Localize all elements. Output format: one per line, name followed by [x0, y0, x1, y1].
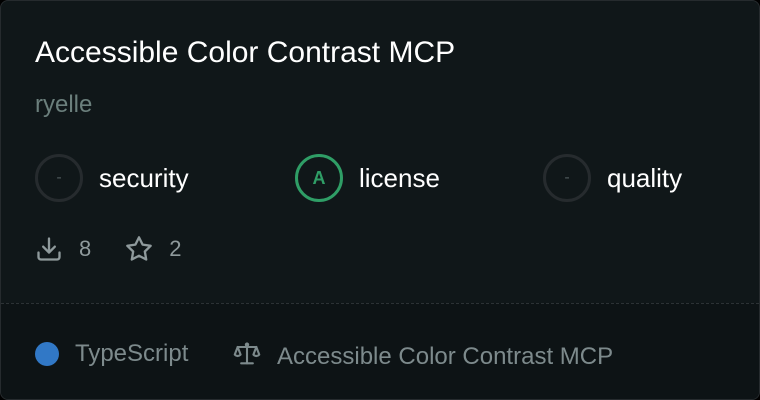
download-icon [35, 235, 63, 263]
license-label: license [359, 163, 440, 193]
scale-icon [233, 340, 261, 373]
language-color-dot [35, 342, 59, 366]
downloads-stat: 8 [35, 235, 91, 263]
author-name[interactable]: ryelle [35, 89, 92, 121]
license-grade-badge: A [295, 154, 343, 202]
license-info: Accessible Color Contrast MCP [233, 340, 613, 373]
quality-grade-badge: - [543, 154, 591, 202]
security-grade-badge: - [35, 154, 83, 202]
language-name: TypeScript [75, 340, 189, 367]
stars-stat[interactable]: 2 [125, 235, 182, 263]
quality-score[interactable]: - quality [543, 154, 682, 202]
server-card[interactable]: Accessible Color Contrast MCP ryelle - s… [0, 0, 760, 400]
quality-label: quality [607, 163, 683, 193]
card-footer: TypeScript Accessible Color Contrast MCP [1, 303, 759, 399]
security-score[interactable]: - security [35, 154, 189, 202]
language-info: TypeScript [35, 340, 188, 368]
downloads-count: 8 [79, 236, 92, 261]
card-title[interactable]: Accessible Color Contrast MCP [35, 33, 455, 73]
stats-row: 8 2 [35, 234, 182, 264]
security-label: security [99, 163, 189, 193]
stars-count: 2 [169, 236, 182, 261]
score-row: - security A license - quality [35, 154, 725, 202]
star-icon [125, 235, 153, 263]
license-name: Accessible Color Contrast MCP [277, 342, 614, 370]
license-score[interactable]: A license [295, 154, 440, 202]
